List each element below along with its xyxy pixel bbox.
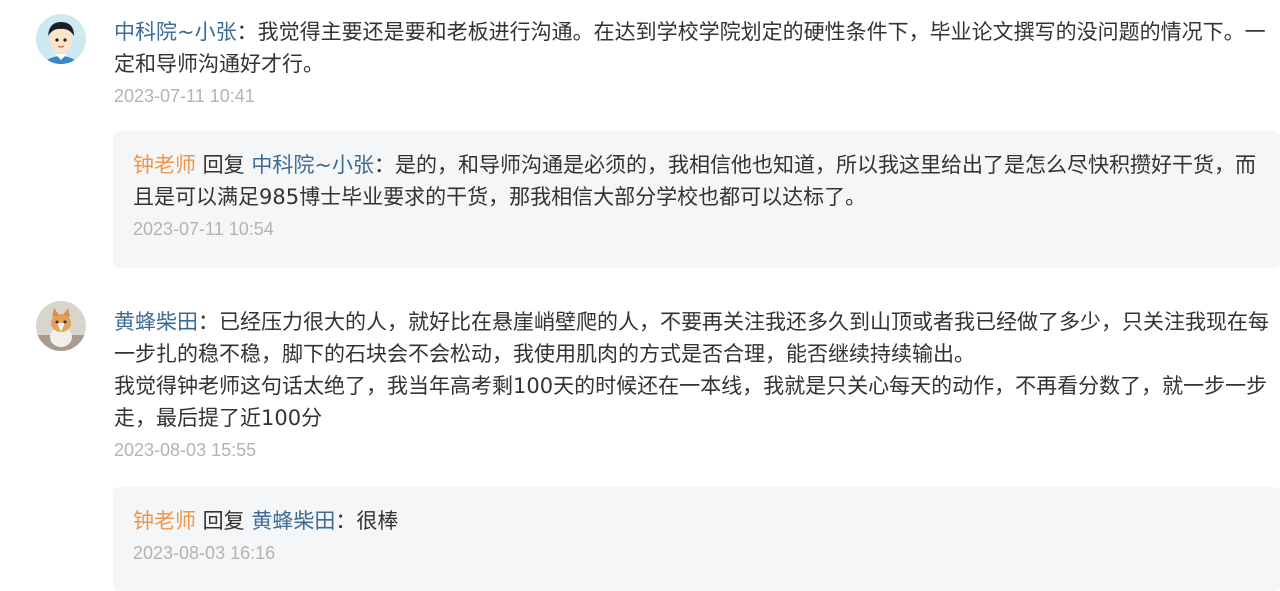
reply-time: 2023-08-03 16:16 [133, 543, 276, 563]
comment-thread: 中科院~小张：我觉得主要还是要和老板进行沟通。在达到学校学院划定的硬性条件下，毕… [0, 0, 1280, 591]
user-avatar-cat-icon[interactable] [36, 301, 86, 351]
separator: ： [335, 509, 357, 533]
reply-time: 2023-07-11 10:54 [133, 219, 274, 239]
reply-text: 很棒 [356, 509, 399, 533]
comment-text: 已经压力很大的人，就好比在悬崖峭壁爬的人，不要再关注我还多久到山顶或者我已经做了… [114, 310, 1269, 366]
reply-2: 钟老师 回复 黄蜂柴田：很棒 2023-08-03 16:16 [113, 487, 1280, 591]
comment-text-continued: 我觉得钟老师这句话太绝了，我当年高考剩100天的时候还在一本线，我就是只关心每天… [114, 374, 1268, 430]
comment-1: 中科院~小张：我觉得主要还是要和老板进行沟通。在达到学校学院划定的硬性条件下，毕… [114, 16, 1270, 109]
separator: ： [236, 20, 258, 44]
comment-time: 2023-07-11 10:41 [114, 86, 255, 106]
separator: ： [198, 310, 219, 334]
reply-label: 回复 [196, 509, 252, 533]
reply-target[interactable]: 黄蜂柴田 [251, 509, 335, 533]
reply-1: 钟老师 回复 中科院~小张：是的，和导师沟通是必须的，我相信他也知道，所以我这里… [113, 131, 1280, 268]
user-avatar-cartoon-boy-icon[interactable] [36, 14, 86, 64]
comment-author[interactable]: 黄蜂柴田 [114, 310, 198, 334]
reply-author[interactable]: 钟老师 [133, 153, 196, 177]
reply-label: 回复 [196, 153, 252, 177]
comment-author[interactable]: 中科院~小张 [114, 20, 237, 44]
reply-target[interactable]: 中科院~小张 [251, 153, 374, 177]
comment-2: 黄蜂柴田：已经压力很大的人，就好比在悬崖峭壁爬的人，不要再关注我还多久到山顶或者… [114, 306, 1270, 463]
comment-text: 我觉得主要还是要和老板进行沟通。在达到学校学院划定的硬性条件下，毕业论文撰写的没… [114, 20, 1266, 76]
comment-time: 2023-08-03 15:55 [114, 440, 257, 460]
separator: ： [373, 153, 395, 177]
reply-author[interactable]: 钟老师 [133, 509, 196, 533]
